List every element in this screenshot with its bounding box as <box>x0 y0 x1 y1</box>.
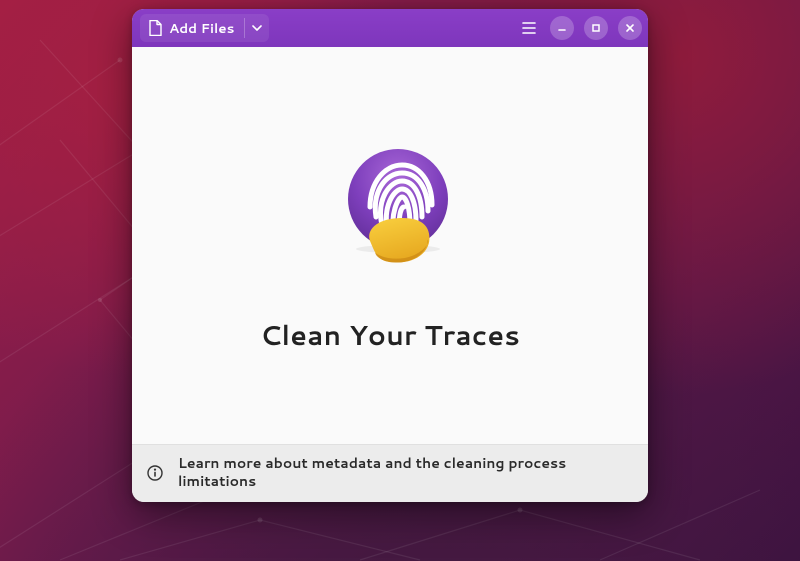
close-icon <box>625 23 635 33</box>
learn-more-text: Learn more about metadata and the cleani… <box>178 455 634 490</box>
main-content: Clean Your Traces <box>132 47 648 444</box>
titlebar: Add Files <box>132 9 648 47</box>
maximize-icon <box>591 23 601 33</box>
hero-title: Clean Your Traces <box>260 315 520 354</box>
app-hero-icon[interactable] <box>320 137 460 287</box>
add-files-group: Add Files <box>140 14 269 42</box>
add-files-dropdown-button[interactable] <box>245 14 269 42</box>
hamburger-icon <box>522 22 536 34</box>
titlebar-right <box>518 14 642 42</box>
menu-button[interactable] <box>518 14 540 42</box>
info-icon <box>146 464 164 482</box>
close-button[interactable] <box>618 16 642 40</box>
learn-more-footer[interactable]: Learn more about metadata and the cleani… <box>132 444 648 502</box>
minimize-icon <box>557 23 567 33</box>
add-files-button[interactable]: Add Files <box>140 14 244 42</box>
desktop-background: Add Files <box>0 0 800 561</box>
maximize-button[interactable] <box>584 16 608 40</box>
app-window: Add Files <box>132 9 648 502</box>
add-files-label: Add Files <box>169 19 234 38</box>
chevron-down-icon <box>252 25 262 32</box>
file-icon <box>148 20 162 36</box>
minimize-button[interactable] <box>550 16 574 40</box>
